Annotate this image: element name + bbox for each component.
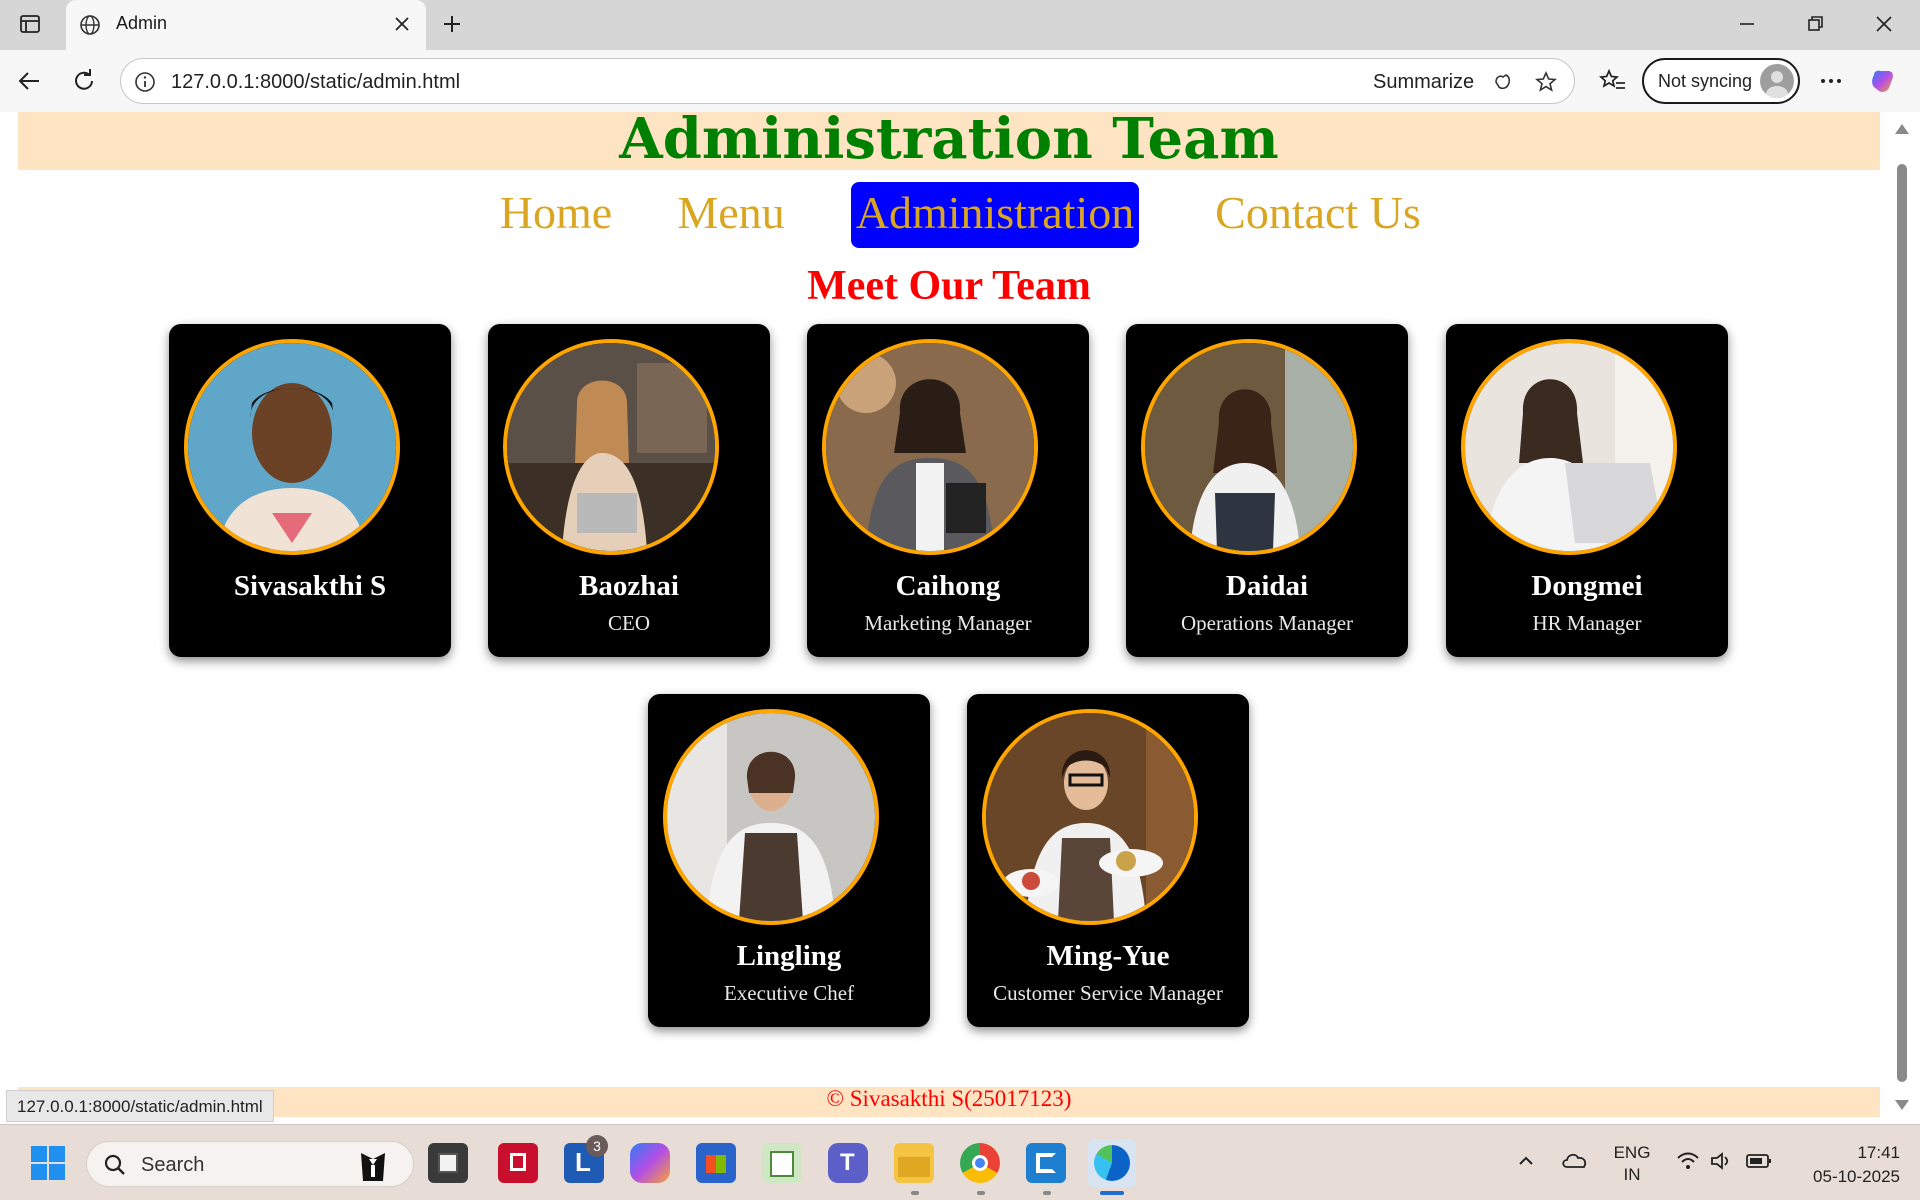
member-role: Customer Service Manager [993,981,1223,1005]
address-bar[interactable]: 127.0.0.1:8000/static/admin.html Summari… [120,58,1575,104]
task-view-icon[interactable] [428,1143,468,1183]
team-card: Lingling Executive Chef [648,694,930,1027]
url-text[interactable]: 127.0.0.1:8000/static/admin.html [171,71,460,94]
close-tab-icon[interactable] [390,12,414,36]
file-explorer-icon[interactable] [894,1143,934,1183]
member-role: Operations Manager [1180,611,1354,635]
refresh-icon[interactable] [69,66,99,96]
member-name: Daidai [1225,570,1309,602]
profile-sync-button[interactable]: Not syncing [1642,58,1800,104]
vscode-icon[interactable] [1026,1143,1066,1183]
avatar-photo [982,709,1198,925]
copilot-app-icon[interactable] [630,1143,670,1183]
nav-link-administration[interactable]: Administration [851,182,1139,248]
teams-icon[interactable]: T [828,1143,868,1183]
close-window-icon[interactable] [1872,12,1896,36]
team-card: Dongmei HR Manager [1446,324,1728,657]
nav-link-menu[interactable]: Menu [661,182,801,248]
show-hidden-icons-icon[interactable] [1516,1151,1536,1171]
nav-link-home[interactable]: Home [483,182,629,248]
windows-taskbar: Search L 3 T ENG IN 17:41 05-10-2025 [0,1124,1920,1200]
site-nav: Home Menu Administration Contact Us [18,182,1880,248]
team-card: Baozhai CEO [488,324,770,657]
member-name: Baozhai [579,570,679,602]
sync-status-label: Not syncing [1658,71,1753,91]
scroll-down-arrow-icon[interactable] [1895,1100,1909,1110]
microsoft-store-icon[interactable] [696,1143,736,1183]
language-indicator-top[interactable]: ENG [1604,1143,1660,1163]
search-icon [104,1154,125,1175]
browser-toolbar: 127.0.0.1:8000/static/admin.html Summari… [0,50,1920,112]
site-info-icon[interactable] [133,70,157,94]
member-role: Executive Chef [723,981,855,1005]
taskbar-search-label: Search [141,1154,205,1176]
running-indicator [911,1191,919,1195]
team-card: Daidai Operations Manager [1126,324,1408,657]
back-icon[interactable] [14,66,44,96]
member-name: Lingling [736,940,842,972]
avatar-photo [822,339,1038,555]
nav-link-contact-us[interactable]: Contact Us [1207,182,1429,248]
onedrive-cloud-icon[interactable] [1560,1149,1590,1171]
copilot-summarize-icon[interactable] [1491,70,1515,94]
browser-tab-bar: Admin [0,0,1920,50]
globe-icon [80,15,100,35]
member-role: Marketing Manager [864,611,1032,635]
restore-icon[interactable] [1803,12,1827,36]
running-indicator [1043,1191,1051,1195]
footer-copyright: © Sivasakthi S(25017123) [826,1086,1072,1111]
clock-time[interactable]: 17:41 [1790,1143,1900,1163]
member-name: Ming-Yue [1046,940,1170,972]
team-card: Caihong Marketing Manager [807,324,1089,657]
chrome-icon[interactable] [960,1143,1000,1183]
scroll-up-arrow-icon[interactable] [1895,124,1909,134]
volume-icon[interactable] [1710,1151,1732,1171]
battery-icon[interactable] [1746,1153,1772,1169]
browser-tab[interactable]: Admin [66,0,426,50]
wifi-icon[interactable] [1676,1151,1700,1171]
avatar-photo [663,709,879,925]
notepad-app-icon[interactable] [762,1143,802,1183]
copilot-icon[interactable] [1868,66,1898,96]
amd-software-icon[interactable] [498,1143,538,1183]
member-role: HR Manager [1532,611,1642,635]
taskbar-search-box[interactable]: Search [86,1141,414,1187]
tab-actions-icon[interactable] [18,12,42,36]
team-card: Ming-Yue Customer Service Manager [967,694,1249,1027]
clock-date[interactable]: 05-10-2025 [1790,1167,1900,1187]
page-scrollbar[interactable] [1884,112,1920,1124]
minimize-icon[interactable] [1735,12,1759,36]
admin-page: Administration Team Home Menu Administra… [18,112,1880,1124]
member-name: Caihong [895,570,1001,602]
link-status-url: 127.0.0.1:8000/static/admin.html [6,1090,274,1122]
avatar-photo [1141,339,1357,555]
member-name: Dongmei [1531,570,1643,602]
scrollbar-thumb[interactable] [1897,164,1907,1082]
active-app-indicator [1100,1191,1124,1195]
more-options-icon[interactable] [1816,66,1846,96]
summarize-button[interactable]: Summarize [1373,71,1474,94]
member-role: CEO [608,611,650,635]
page-viewport: Administration Team Home Menu Administra… [0,112,1920,1124]
page-title: Administration Team [619,112,1279,172]
new-tab-icon[interactable] [440,12,464,36]
notification-badge: 3 [586,1135,608,1157]
edge-app-icon[interactable] [1088,1139,1136,1187]
running-indicator [977,1191,985,1195]
member-name: Sivasakthi S [233,570,387,602]
team-card: Sivasakthi S [169,324,451,657]
windows-start-icon[interactable] [30,1145,66,1181]
favorite-star-icon[interactable] [1534,70,1558,94]
section-title: Meet Our Team [807,263,1091,309]
search-highlight-icon [361,1153,385,1181]
profile-avatar-icon [1760,64,1794,98]
favorites-icon[interactable] [1598,66,1628,96]
language-indicator-bottom[interactable]: IN [1604,1165,1660,1185]
tab-title: Admin [116,13,168,33]
avatar-photo [503,339,719,555]
l-app-icon[interactable]: L 3 [564,1135,608,1183]
avatar-photo [184,339,400,555]
avatar-photo [1461,339,1677,555]
